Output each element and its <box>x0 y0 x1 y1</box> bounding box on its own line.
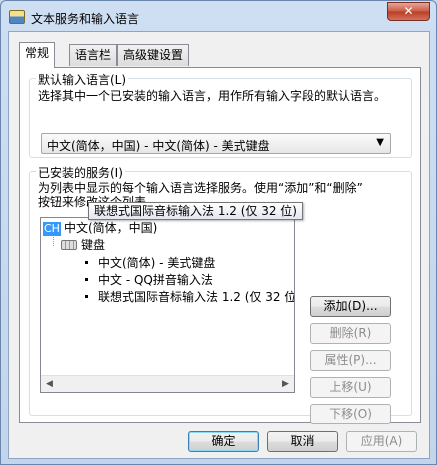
bullet-icon <box>85 261 88 264</box>
scroll-left-icon[interactable]: ◀ <box>41 376 58 392</box>
app-icon <box>9 10 25 24</box>
tree-keyboard-label: 键盘 <box>81 238 106 252</box>
add-button[interactable]: 添加(D)... <box>310 296 391 317</box>
installed-services-description-line1: 为列表中显示的每个输入语言选择服务。使用“添加”和“删除” <box>38 181 363 195</box>
horizontal-scrollbar[interactable]: ◀ ▶ <box>41 375 294 392</box>
tree-item-service[interactable]: 中文 - QQ拼音输入法 <box>85 273 213 288</box>
installed-services-tree[interactable]: CH 中文(简体，中国) 键盘 中文(简体) - 美式键盘 中文 - QQ拼音输入… <box>40 217 295 393</box>
scroll-right-icon[interactable]: ▶ <box>277 376 294 392</box>
properties-button[interactable]: 属性(P)... <box>310 350 391 371</box>
chevron-down-icon: ▼ <box>376 137 384 148</box>
default-language-select[interactable]: 中文(简体，中国) - 中文(简体) - 美式键盘 ▼ <box>41 133 391 154</box>
tree-item-language[interactable]: CH 中文(简体，中国) <box>43 221 157 236</box>
apply-button[interactable]: 应用(A) <box>346 431 417 452</box>
close-icon: ✕ <box>403 4 414 18</box>
installed-services-group-title: 已安装的服务(I) <box>36 164 125 181</box>
tab-general[interactable]: 常规 <box>19 42 56 68</box>
remove-button[interactable]: 删除(R) <box>310 323 391 344</box>
cancel-button[interactable]: 取消 <box>267 431 338 452</box>
tooltip: 联想式国际音标输入法 1.2 (仅 32 位) <box>88 202 303 220</box>
default-language-description: 选择其中一个已安装的输入语言，用作所有输入字段的默认语言。 <box>38 89 387 103</box>
bullet-icon <box>85 295 88 298</box>
close-button[interactable]: ✕ <box>387 2 430 21</box>
tree-item-service[interactable]: 中文(简体) - 美式键盘 <box>85 256 215 271</box>
language-badge: CH <box>43 222 61 236</box>
tree-item-service[interactable]: 联想式国际音标输入法 1.2 (仅 32 位) <box>85 290 295 305</box>
tab-language-bar[interactable]: 语言栏 <box>69 44 118 66</box>
title-bar[interactable]: 文本服务和输入语言 ✕ <box>1 1 436 33</box>
default-language-selected-value: 中文(简体，中国) - 中文(简体) - 美式键盘 <box>47 139 270 153</box>
ok-button[interactable]: 确定 <box>188 431 259 452</box>
tree-service-label: 联想式国际音标输入法 1.2 (仅 32 位) <box>98 290 295 304</box>
move-up-button[interactable]: 上移(U) <box>310 377 391 398</box>
move-down-button[interactable]: 下移(O) <box>310 404 391 424</box>
tab-advanced-key-settings[interactable]: 高级键设置 <box>117 44 190 66</box>
tree-service-label: 中文 - QQ拼音输入法 <box>98 273 213 287</box>
default-language-group: 默认输入语言(L) 选择其中一个已安装的输入语言，用作所有输入字段的默认语言。 … <box>29 71 412 158</box>
tree-service-label: 中文(简体) - 美式键盘 <box>98 256 216 270</box>
bullet-icon <box>85 278 88 281</box>
keyboard-icon <box>61 240 77 250</box>
window-title: 文本服务和输入语言 <box>31 12 140 26</box>
tab-panel-general: 默认输入语言(L) 选择其中一个已安装的输入语言，用作所有输入字段的默认语言。 … <box>19 67 421 424</box>
default-language-group-title: 默认输入语言(L) <box>36 71 129 88</box>
dialog-client-area: 常规 语言栏 高级键设置 默认输入语言(L) 选择其中一个已安装的输入语言，用作… <box>8 31 430 459</box>
tree-language-label: 中文(简体，中国) <box>63 221 158 235</box>
dialog-window: 文本服务和输入语言 ✕ 常规 语言栏 高级键设置 默认输入语言(L) 选择其中一… <box>0 0 437 465</box>
tree-item-keyboard[interactable]: 键盘 <box>61 238 105 253</box>
